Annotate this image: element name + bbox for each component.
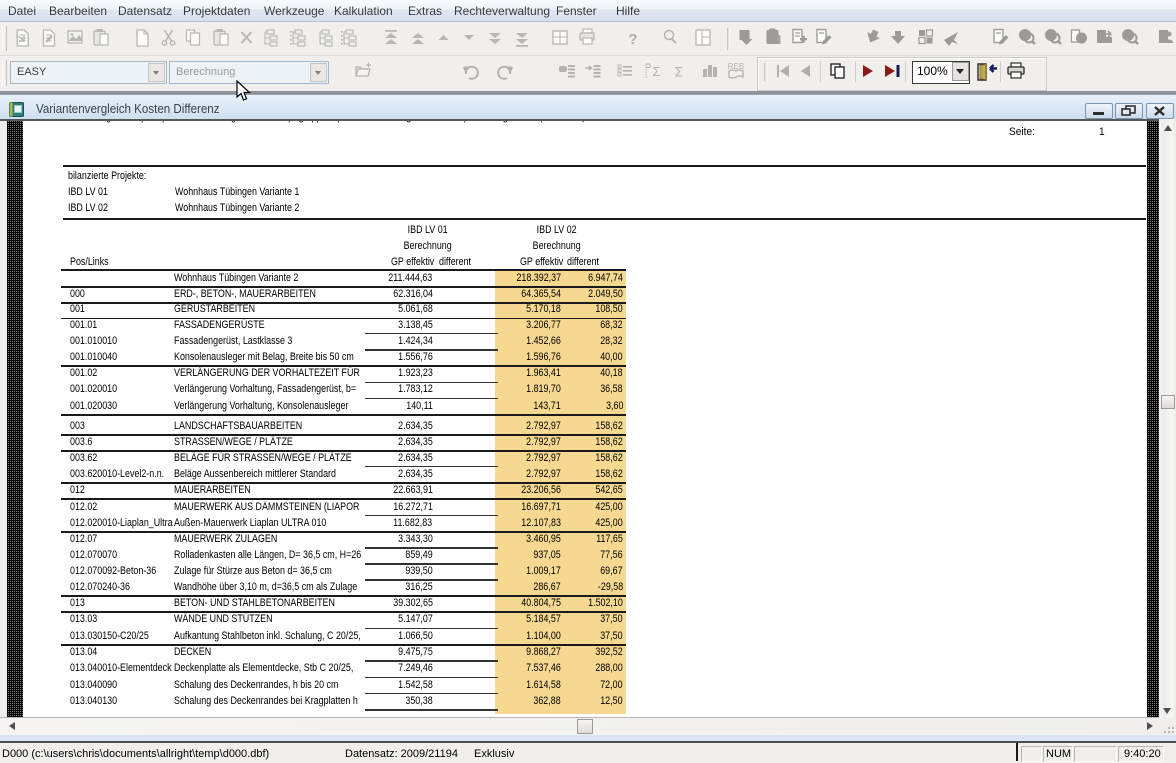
svg-text:?: ? bbox=[628, 31, 637, 48]
svg-text:REB: REB bbox=[728, 62, 744, 71]
svg-text:Σ: Σ bbox=[652, 64, 660, 79]
svg-text:Σ: Σ bbox=[675, 64, 684, 80]
